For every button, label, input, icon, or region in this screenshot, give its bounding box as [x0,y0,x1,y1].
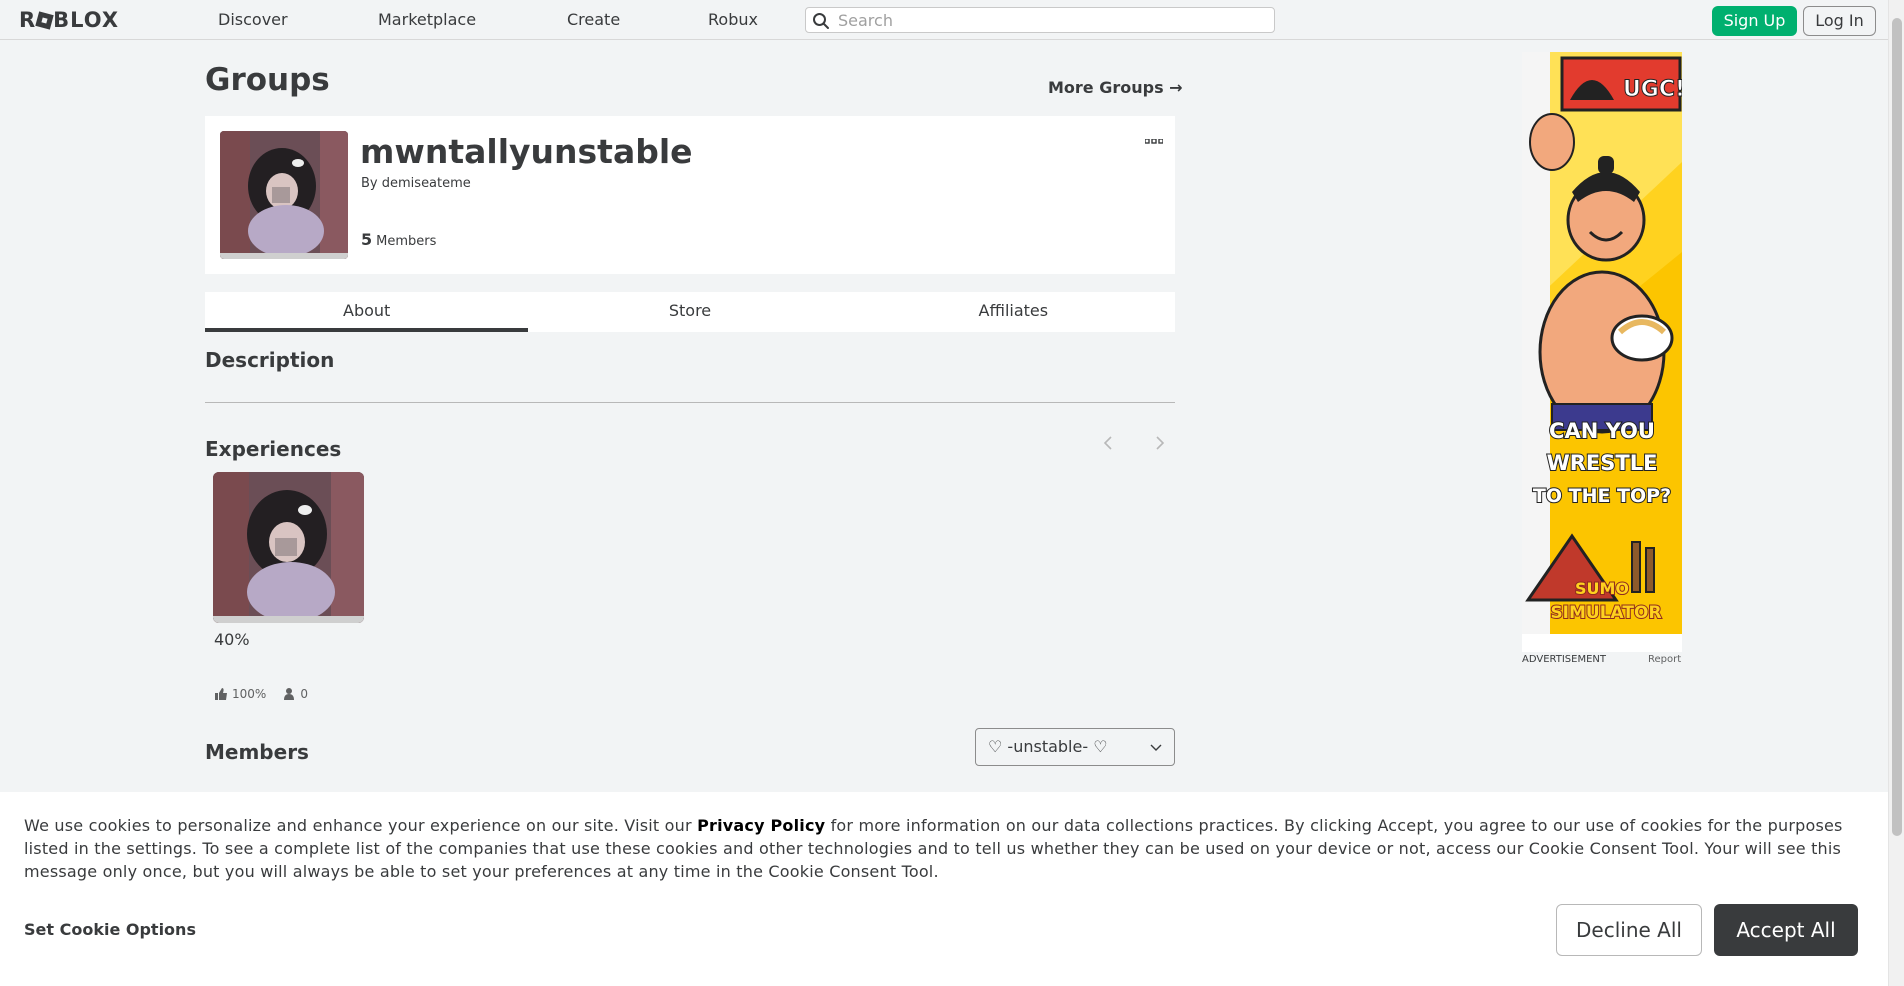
ellipsis-glyph [1144,138,1164,144]
nav-marketplace[interactable]: Marketplace [378,10,476,29]
roblox-logo[interactable]: R BLOX [19,8,119,32]
nav-discover[interactable]: Discover [218,10,288,29]
search-box [805,7,1275,33]
cookie-banner: We use cookies to personalize and enhanc… [0,792,1888,986]
upvote-percent: 100% [232,687,267,701]
tab-store[interactable]: Store [528,292,851,332]
chevron-down-icon [1150,744,1162,751]
section-divider [205,402,1175,403]
players-stat: 0 [282,687,308,701]
member-count: 5 Members [361,230,436,249]
experience-stats: 100% 0 [214,687,308,701]
nav-robux[interactable]: Robux [708,10,758,29]
ad-brand-2: SIMULATOR [1550,603,1661,623]
group-header-card: mwntallyunstable By demiseateme 5 Members [205,116,1175,274]
group-owner-line: By demiseateme [361,176,471,191]
experiences-heading: Experiences [205,437,342,461]
page-title: Groups [205,62,330,98]
experience-image [213,472,364,623]
advertisement-label: ADVERTISEMENT [1522,654,1607,665]
experience-thumbnail[interactable] [213,472,364,623]
cookie-message: We use cookies to personalize and enhanc… [24,814,1864,883]
group-emblem [220,131,348,259]
role-dropdown[interactable]: ♡ -unstable- ♡ [975,728,1175,766]
ad-badge-text: UGC! [1623,77,1682,102]
ad-brand-1: SUMO [1575,579,1629,598]
scrollbar-thumb[interactable] [1892,18,1902,836]
privacy-policy-link[interactable]: Privacy Policy [697,816,825,835]
advertisement-banner[interactable]: UGC! CAN YOU WRESTLE TO THE TOP? SUMO SI… [1522,52,1682,652]
tab-about[interactable]: About [205,292,529,332]
group-tabs: About Store Affiliates [205,292,1175,332]
member-count-label: Members [376,234,437,249]
role-dropdown-value: ♡ -unstable- ♡ [988,737,1108,756]
group-emblem-image [220,131,348,259]
ad-headline-3: TO THE TOP? [1533,485,1671,507]
decline-all-button[interactable]: Decline All [1556,904,1702,956]
member-count-value: 5 [361,230,373,249]
top-nav: R BLOX Discover Marketplace Create Robux … [0,0,1888,40]
experience-rating: 40% [214,630,250,649]
cookie-text-before: We use cookies to personalize and enhanc… [24,816,698,835]
player-icon [284,688,295,700]
ad-artwork: UGC! CAN YOU WRESTLE TO THE TOP? SUMO SI… [1522,52,1682,652]
player-count: 0 [300,687,308,701]
description-heading: Description [205,348,335,372]
logo-o-mark [35,11,54,30]
tab-affiliates[interactable]: Affiliates [852,292,1175,332]
ellipsis-icon[interactable] [1144,130,1164,149]
ad-headline-2: WRESTLE [1547,451,1658,475]
search-input[interactable] [838,10,1258,30]
group-name: mwntallyunstable [360,132,693,171]
upvote-stat: 100% [214,687,266,701]
search-icon [813,13,829,29]
page-scrollbar[interactable] [1888,0,1904,986]
ad-headline-1: CAN YOU [1549,419,1655,443]
accept-all-button[interactable]: Accept All [1714,904,1858,956]
thumbs-up-icon [215,688,227,700]
nav-create[interactable]: Create [567,10,620,29]
group-owner-link[interactable]: demiseateme [382,176,471,191]
by-prefix: By [361,176,378,191]
ad-report-link[interactable]: Report [1648,654,1681,665]
chevron-left-icon[interactable] [1098,432,1118,454]
members-heading: Members [205,740,309,764]
chevron-right-icon[interactable] [1150,432,1170,454]
signup-button[interactable]: Sign Up [1712,6,1797,36]
more-groups-link[interactable]: More Groups → [1048,78,1183,97]
login-button[interactable]: Log In [1803,6,1876,36]
set-cookie-options-link[interactable]: Set Cookie Options [24,920,196,939]
